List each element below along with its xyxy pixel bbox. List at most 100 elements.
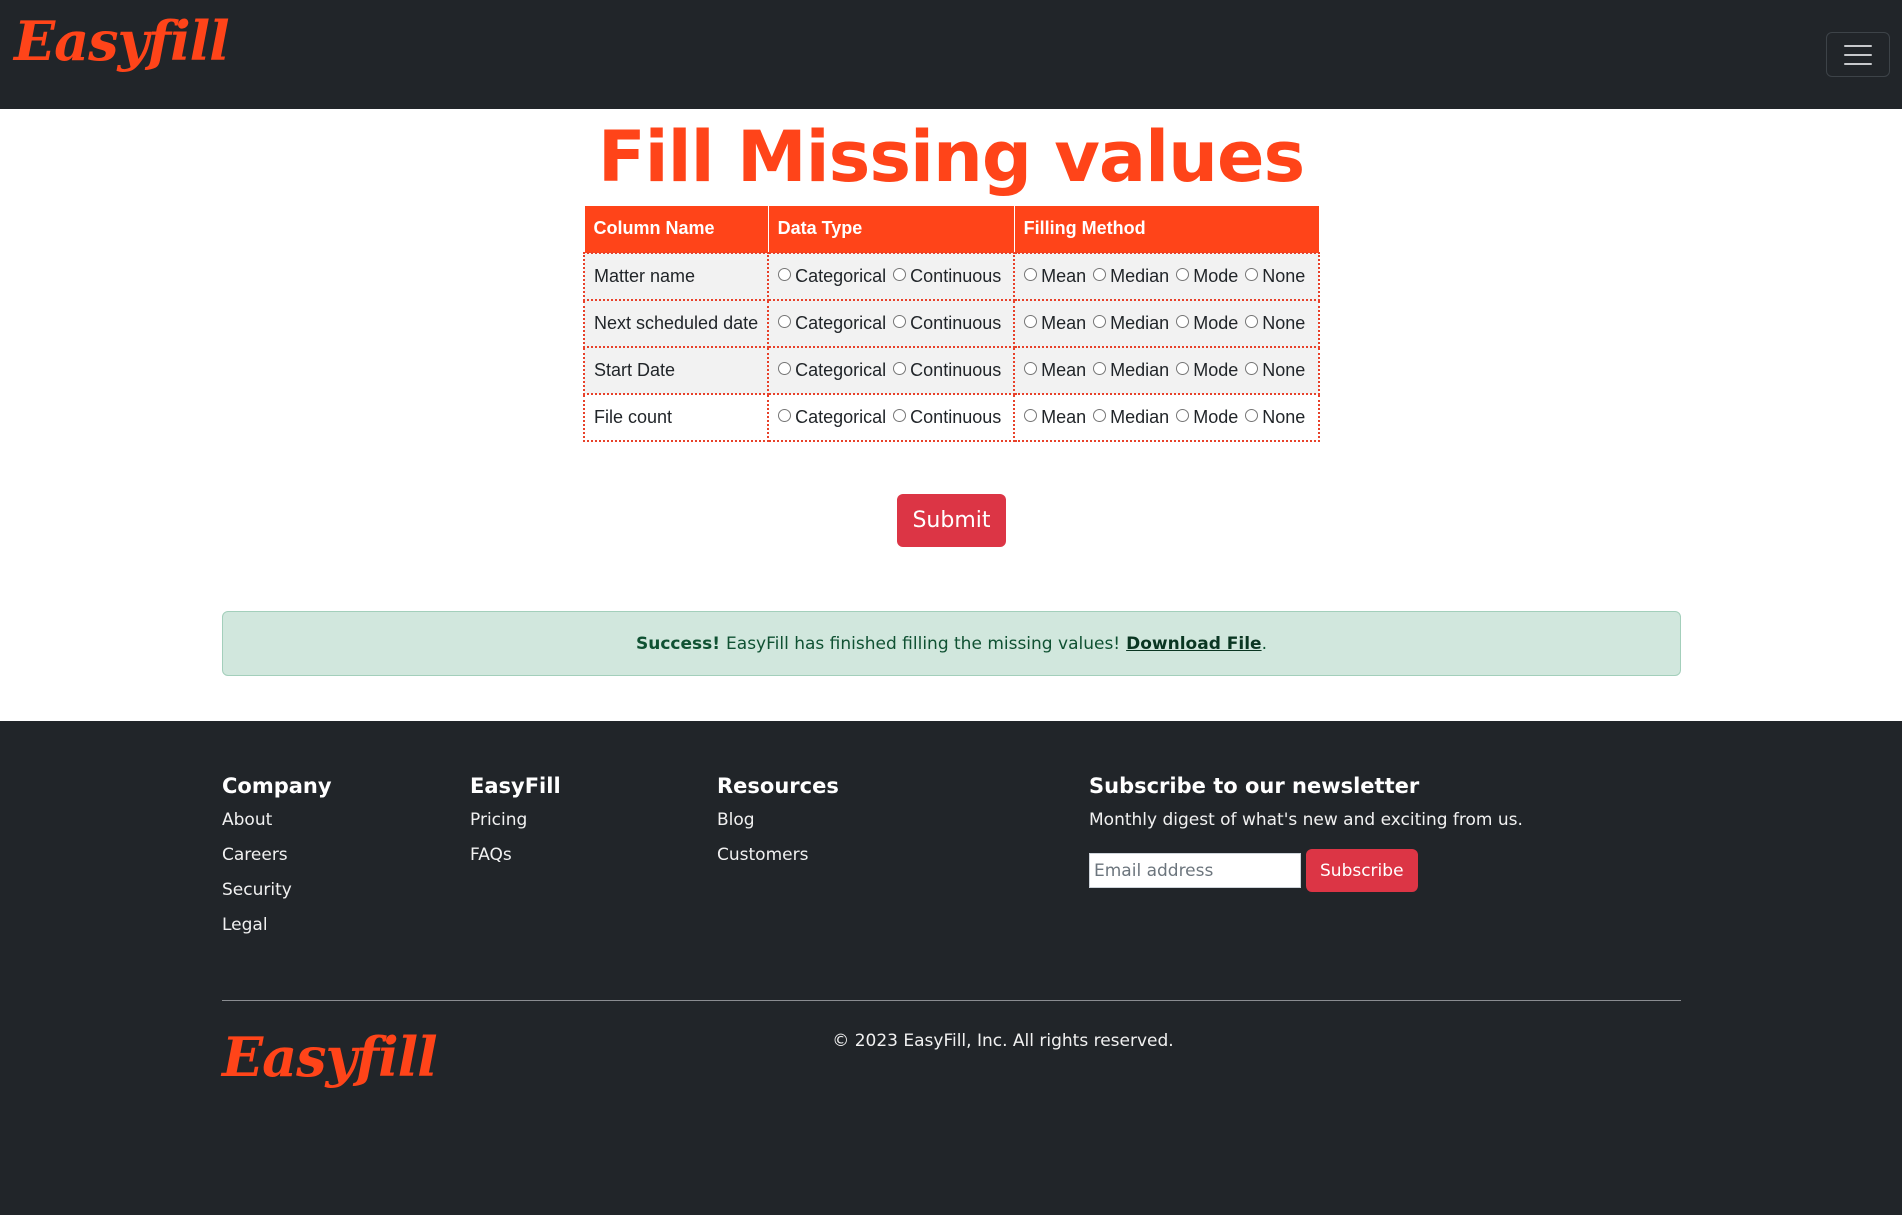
newsletter-heading: Subscribe to our newsletter [1089, 774, 1420, 798]
copyright-text: © 2023 EasyFill, Inc. All rights reserve… [832, 1031, 1174, 1051]
footer-link-about[interactable]: About [222, 810, 332, 830]
filling-method-radio[interactable] [1176, 409, 1190, 423]
filling-method-option-label: Median [1110, 406, 1170, 427]
page-title: Fill Missing values [597, 116, 1305, 198]
brand-logo[interactable]: Easyfill [14, 11, 230, 71]
filling-method-radio[interactable] [1245, 315, 1259, 329]
header-column-name: Column Name [583, 205, 769, 253]
table-header-row: Column Name Data Type Filling Method [583, 205, 1320, 253]
table-row: File count Categorical Continuous Mean Me… [582, 392, 1320, 442]
filling-method-radio[interactable] [1093, 362, 1107, 376]
column-name-cell: Next scheduled date [582, 298, 770, 348]
data-type-option-label: Categorical [795, 359, 887, 380]
fill-table: Column Name Data Type Filling Method Mat… [582, 205, 1320, 442]
filling-method-radio[interactable] [1024, 315, 1038, 329]
footer-col-newsletter: Subscribe to our newsletter Monthly dige… [1089, 774, 1523, 892]
filling-method-radio[interactable] [1093, 268, 1107, 282]
filling-method-option-label: Median [1110, 265, 1170, 286]
alert-message: EasyFill has finished filling the missin… [726, 633, 1121, 654]
newsletter-form: Subscribe [1089, 849, 1523, 892]
filling-method-option-label: Mean [1041, 312, 1087, 333]
footer: Company About Careers Security Legal Eas… [0, 721, 1902, 1215]
submit-button[interactable]: Submit [897, 494, 1006, 547]
hamburger-icon [1844, 44, 1872, 47]
header-filling-method: Filling Method [1013, 205, 1320, 253]
filling-method-option-label: Mode [1193, 359, 1239, 380]
footer-heading-company: Company [222, 774, 332, 798]
data-type-option-label: Continuous [910, 312, 1002, 333]
data-type-option-label: Categorical [795, 265, 887, 286]
data-type-radio[interactable] [778, 409, 792, 423]
footer-divider [222, 1000, 1681, 1001]
subscribe-button[interactable]: Subscribe [1306, 849, 1418, 892]
filling-method-radio[interactable] [1176, 315, 1190, 329]
filling-method-option-label: Median [1110, 312, 1170, 333]
table-row: Start Date Categorical Continuous Mean Me… [582, 345, 1320, 395]
filling-method-radio[interactable] [1093, 315, 1107, 329]
alert-strong: Success! [636, 633, 721, 654]
filling-method-radio[interactable] [1024, 409, 1038, 423]
data-type-cell: Categorical Continuous [767, 345, 1016, 395]
header-data-type: Data Type [767, 205, 1015, 253]
filling-method-option-label: Mean [1041, 406, 1087, 427]
filling-method-radio[interactable] [1176, 362, 1190, 376]
data-type-option-label: Continuous [910, 359, 1002, 380]
table-row: Matter name Categorical Continuous Mean M… [582, 251, 1320, 301]
download-file-link[interactable]: Download File [1126, 634, 1261, 654]
filling-method-radio[interactable] [1245, 268, 1259, 282]
filling-method-radio[interactable] [1245, 409, 1259, 423]
navbar-toggler[interactable] [1826, 32, 1890, 77]
data-type-cell: Categorical Continuous [767, 298, 1016, 348]
footer-col-resources: Resources Blog Customers [717, 774, 839, 880]
footer-link-pricing[interactable]: Pricing [470, 810, 561, 830]
filling-method-cell: Mean Median Mode None [1013, 345, 1320, 395]
success-alert: Success! EasyFill has finished filling t… [222, 611, 1681, 676]
footer-link-legal[interactable]: Legal [222, 915, 332, 935]
filling-method-option-label: Mode [1193, 265, 1239, 286]
data-type-radio[interactable] [778, 268, 792, 282]
navbar: Easyfill [0, 0, 1902, 109]
filling-method-radio[interactable] [1024, 362, 1038, 376]
filling-method-cell: Mean Median Mode None [1013, 392, 1320, 442]
data-type-option-label: Continuous [910, 265, 1002, 286]
footer-link-careers[interactable]: Careers [222, 845, 332, 865]
filling-method-radio[interactable] [1093, 409, 1107, 423]
footer-col-company: Company About Careers Security Legal [222, 774, 332, 950]
data-type-radio[interactable] [893, 315, 907, 329]
footer-col-easyfill: EasyFill Pricing FAQs [470, 774, 561, 880]
footer-link-faqs[interactable]: FAQs [470, 845, 561, 865]
column-name-cell: File count [582, 392, 770, 442]
filling-method-option-label: Mean [1041, 265, 1087, 286]
filling-method-cell: Mean Median Mode None [1013, 251, 1320, 301]
column-name-cell: Matter name [582, 251, 770, 301]
newsletter-text: Monthly digest of what's new and excitin… [1089, 810, 1523, 830]
filling-method-radio[interactable] [1024, 268, 1038, 282]
filling-method-option-label: Mode [1193, 406, 1239, 427]
data-type-radio[interactable] [893, 268, 907, 282]
filling-method-option-label: None [1262, 406, 1306, 427]
footer-link-customers[interactable]: Customers [717, 845, 839, 865]
filling-method-option-label: Mean [1041, 359, 1087, 380]
email-input[interactable] [1089, 853, 1301, 888]
data-type-radio[interactable] [893, 362, 907, 376]
data-type-radio[interactable] [893, 409, 907, 423]
alert-suffix: . [1261, 633, 1267, 654]
filling-method-cell: Mean Median Mode None [1013, 298, 1320, 348]
footer-link-blog[interactable]: Blog [717, 810, 839, 830]
column-name-cell: Start Date [582, 345, 770, 395]
footer-link-security[interactable]: Security [222, 880, 332, 900]
filling-method-radio[interactable] [1176, 268, 1190, 282]
data-type-option-label: Continuous [910, 406, 1002, 427]
data-type-radio[interactable] [778, 315, 792, 329]
filling-method-option-label: None [1262, 265, 1306, 286]
filling-method-option-label: Median [1110, 359, 1170, 380]
data-type-radio[interactable] [778, 362, 792, 376]
footer-heading-resources: Resources [717, 774, 839, 798]
data-type-cell: Categorical Continuous [767, 392, 1016, 442]
data-type-cell: Categorical Continuous [767, 251, 1016, 301]
filling-method-option-label: Mode [1193, 312, 1239, 333]
filling-method-option-label: None [1262, 359, 1306, 380]
footer-heading-easyfill: EasyFill [470, 774, 561, 798]
table-row: Next scheduled date Categorical Continuou… [582, 298, 1320, 348]
filling-method-radio[interactable] [1245, 362, 1259, 376]
